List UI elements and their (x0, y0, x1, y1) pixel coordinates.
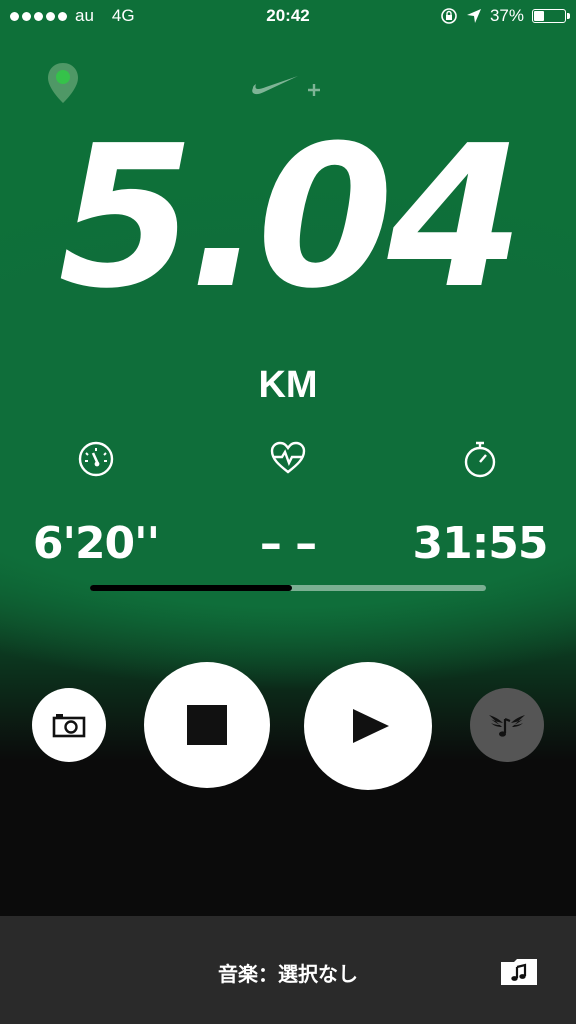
stop-button[interactable] (144, 662, 270, 788)
pace-value: 6'20'' (32, 518, 160, 569)
battery-icon (532, 9, 570, 23)
run-progress-fill (90, 585, 292, 591)
heart-rate-value: – – (259, 518, 317, 569)
pace-stat: 6'20'' (0, 440, 192, 569)
speedometer-icon (78, 441, 114, 477)
location-arrow-icon (466, 9, 481, 23)
powersong-button[interactable] (470, 688, 544, 762)
winged-music-note-icon (489, 715, 525, 737)
music-bar[interactable]: 音楽：選択なし (0, 916, 576, 1024)
distance-value: 5.04 (58, 104, 524, 332)
play-button[interactable] (304, 662, 432, 790)
run-progress-bar (90, 585, 486, 591)
stopwatch-icon (464, 441, 496, 478)
nike-plus-swoosh-icon (252, 76, 320, 96)
music-folder-icon[interactable] (500, 956, 538, 986)
location-pin-icon[interactable] (46, 62, 80, 104)
play-icon (353, 709, 389, 743)
heart-rate-icon (270, 441, 306, 474)
music-selection-label: 音楽：選択なし (218, 964, 358, 986)
camera-button[interactable] (32, 688, 106, 762)
duration-stat: 31:55 (384, 440, 576, 569)
duration-value: 31:55 (412, 518, 548, 569)
distance-unit: KM (258, 364, 318, 406)
stop-icon (187, 705, 227, 745)
camera-icon (52, 714, 86, 738)
heart-rate-stat: – – (192, 440, 384, 569)
status-bar: au 4G 20:42 37% (0, 0, 576, 34)
rotation-lock-icon (441, 8, 457, 24)
battery-percent: 37% (489, 6, 524, 25)
